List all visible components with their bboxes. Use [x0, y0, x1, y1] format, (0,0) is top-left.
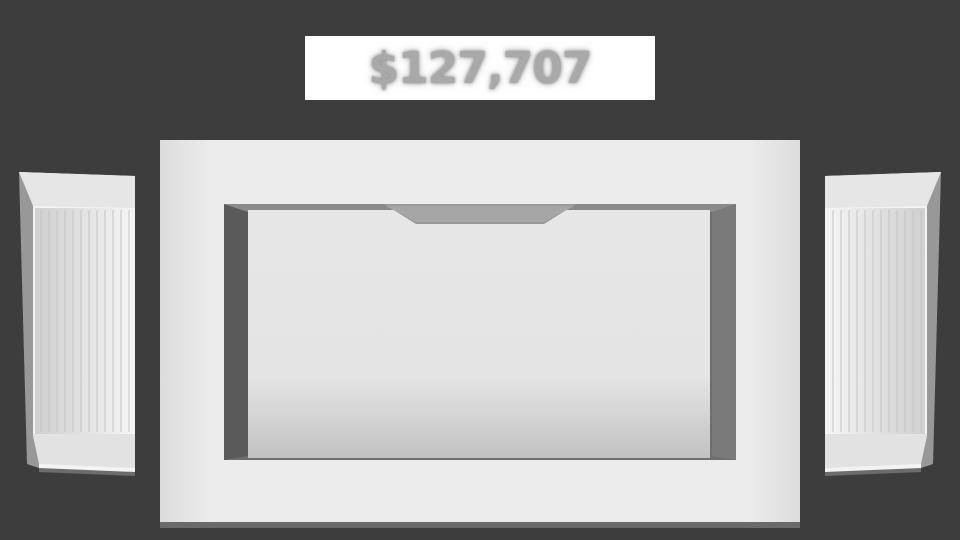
center-screen-frame	[160, 140, 800, 528]
score-banner: $127,707	[305, 36, 655, 100]
fluted-column-icon	[825, 172, 941, 476]
screen-frame-graphic	[160, 140, 800, 528]
left-side-panel	[19, 172, 135, 476]
game-stage: $127,707	[0, 0, 960, 540]
fluted-column-icon	[19, 172, 135, 476]
score-value: $127,707	[368, 42, 592, 94]
right-side-panel	[825, 172, 941, 476]
